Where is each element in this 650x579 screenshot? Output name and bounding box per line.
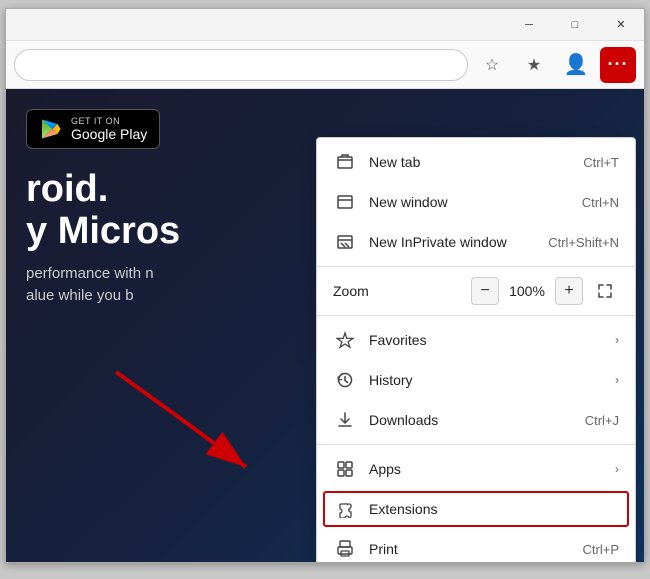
- page-heading: roid. y Micros: [26, 169, 180, 253]
- profile-icon: 👤: [564, 52, 589, 77]
- favorites-button[interactable]: ★: [516, 47, 552, 83]
- menu-item-new-window[interactable]: New window Ctrl+N: [317, 182, 635, 222]
- title-bar: ─ □ ✕: [6, 9, 644, 41]
- zoom-plus-icon: +: [564, 282, 573, 300]
- star-button[interactable]: ☆: [474, 47, 510, 83]
- menu-item-history[interactable]: History ›: [317, 360, 635, 400]
- print-shortcut: Ctrl+P: [583, 542, 619, 557]
- favorites-arrow: ›: [615, 333, 619, 347]
- zoom-plus-button[interactable]: +: [555, 277, 583, 305]
- inprivate-shortcut: Ctrl+Shift+N: [548, 235, 619, 250]
- badge-get-it-label: GET IT ON: [71, 116, 147, 126]
- page-content: GET IT ON Google Play roid. y Micros per…: [6, 89, 644, 562]
- apps-arrow: ›: [615, 462, 619, 476]
- zoom-expand-button[interactable]: [591, 277, 619, 305]
- star-icon: ☆: [485, 55, 499, 75]
- zoom-minus-button[interactable]: −: [471, 277, 499, 305]
- profile-button[interactable]: 👤: [558, 47, 594, 83]
- menu-item-inprivate[interactable]: New InPrivate window Ctrl+Shift+N: [317, 222, 635, 262]
- downloads-icon: [333, 408, 357, 432]
- apps-label: Apps: [369, 461, 607, 477]
- maximize-button[interactable]: □: [552, 9, 598, 41]
- zoom-value: 100%: [507, 283, 547, 299]
- history-label: History: [369, 372, 607, 388]
- address-bar: ☆ ★ 👤 ···: [6, 41, 644, 89]
- menu-item-apps[interactable]: Apps ›: [317, 449, 635, 489]
- favorites-icon: ★: [527, 55, 541, 75]
- menu-item-extensions[interactable]: Extensions: [317, 489, 635, 529]
- heading-roid: roid.: [26, 168, 108, 210]
- new-window-icon: [333, 190, 357, 214]
- new-tab-shortcut: Ctrl+T: [583, 155, 619, 170]
- menu-item-print[interactable]: Print Ctrl+P: [317, 529, 635, 562]
- badge-text: GET IT ON Google Play: [71, 116, 147, 142]
- inprivate-label: New InPrivate window: [369, 234, 548, 250]
- minimize-button[interactable]: ─: [506, 9, 552, 41]
- extensions-label: Extensions: [369, 501, 619, 517]
- zoom-controls: − 100% +: [471, 277, 619, 305]
- new-window-shortcut: Ctrl+N: [582, 195, 619, 210]
- subtext-line2: alue while you b: [26, 285, 180, 308]
- menu-item-new-tab[interactable]: New tab Ctrl+T: [317, 142, 635, 182]
- play-store-icon: [39, 117, 63, 141]
- google-play-badge: GET IT ON Google Play: [26, 109, 160, 149]
- new-tab-icon: [333, 150, 357, 174]
- favorites-label: Favorites: [369, 332, 607, 348]
- apps-icon: [333, 457, 357, 481]
- new-tab-label: New tab: [369, 154, 583, 170]
- address-input[interactable]: [14, 49, 468, 81]
- downloads-shortcut: Ctrl+J: [585, 413, 619, 428]
- menu-item-favorites[interactable]: Favorites ›: [317, 320, 635, 360]
- downloads-label: Downloads: [369, 412, 585, 428]
- favorites-menu-icon: [333, 328, 357, 352]
- close-button[interactable]: ✕: [598, 9, 644, 41]
- ellipsis-icon: ···: [608, 54, 629, 75]
- page-text-area: GET IT ON Google Play roid. y Micros per…: [6, 109, 200, 308]
- menu-item-downloads[interactable]: Downloads Ctrl+J: [317, 400, 635, 440]
- print-icon: [333, 537, 357, 561]
- zoom-minus-icon: −: [480, 282, 489, 300]
- badge-google-play-label: Google Play: [71, 126, 147, 142]
- subtext-line1: performance with n: [26, 263, 180, 286]
- menu-button[interactable]: ···: [600, 47, 636, 83]
- new-window-label: New window: [369, 194, 582, 210]
- divider-2: [317, 315, 635, 316]
- dropdown-menu: New tab Ctrl+T New window Ctrl+N New InP…: [316, 137, 636, 562]
- divider-1: [317, 266, 635, 267]
- divider-3: [317, 444, 635, 445]
- inprivate-icon: [333, 230, 357, 254]
- zoom-label: Zoom: [333, 283, 471, 299]
- history-icon: [333, 368, 357, 392]
- browser-window: ─ □ ✕ ☆ ★ 👤 ···: [5, 8, 645, 563]
- page-subtext: performance with n alue while you b: [26, 263, 180, 308]
- print-label: Print: [369, 541, 583, 557]
- heading-prefix: y Micros: [26, 210, 180, 252]
- zoom-row: Zoom − 100% +: [317, 271, 635, 311]
- history-arrow: ›: [615, 373, 619, 387]
- extensions-icon: [333, 497, 357, 521]
